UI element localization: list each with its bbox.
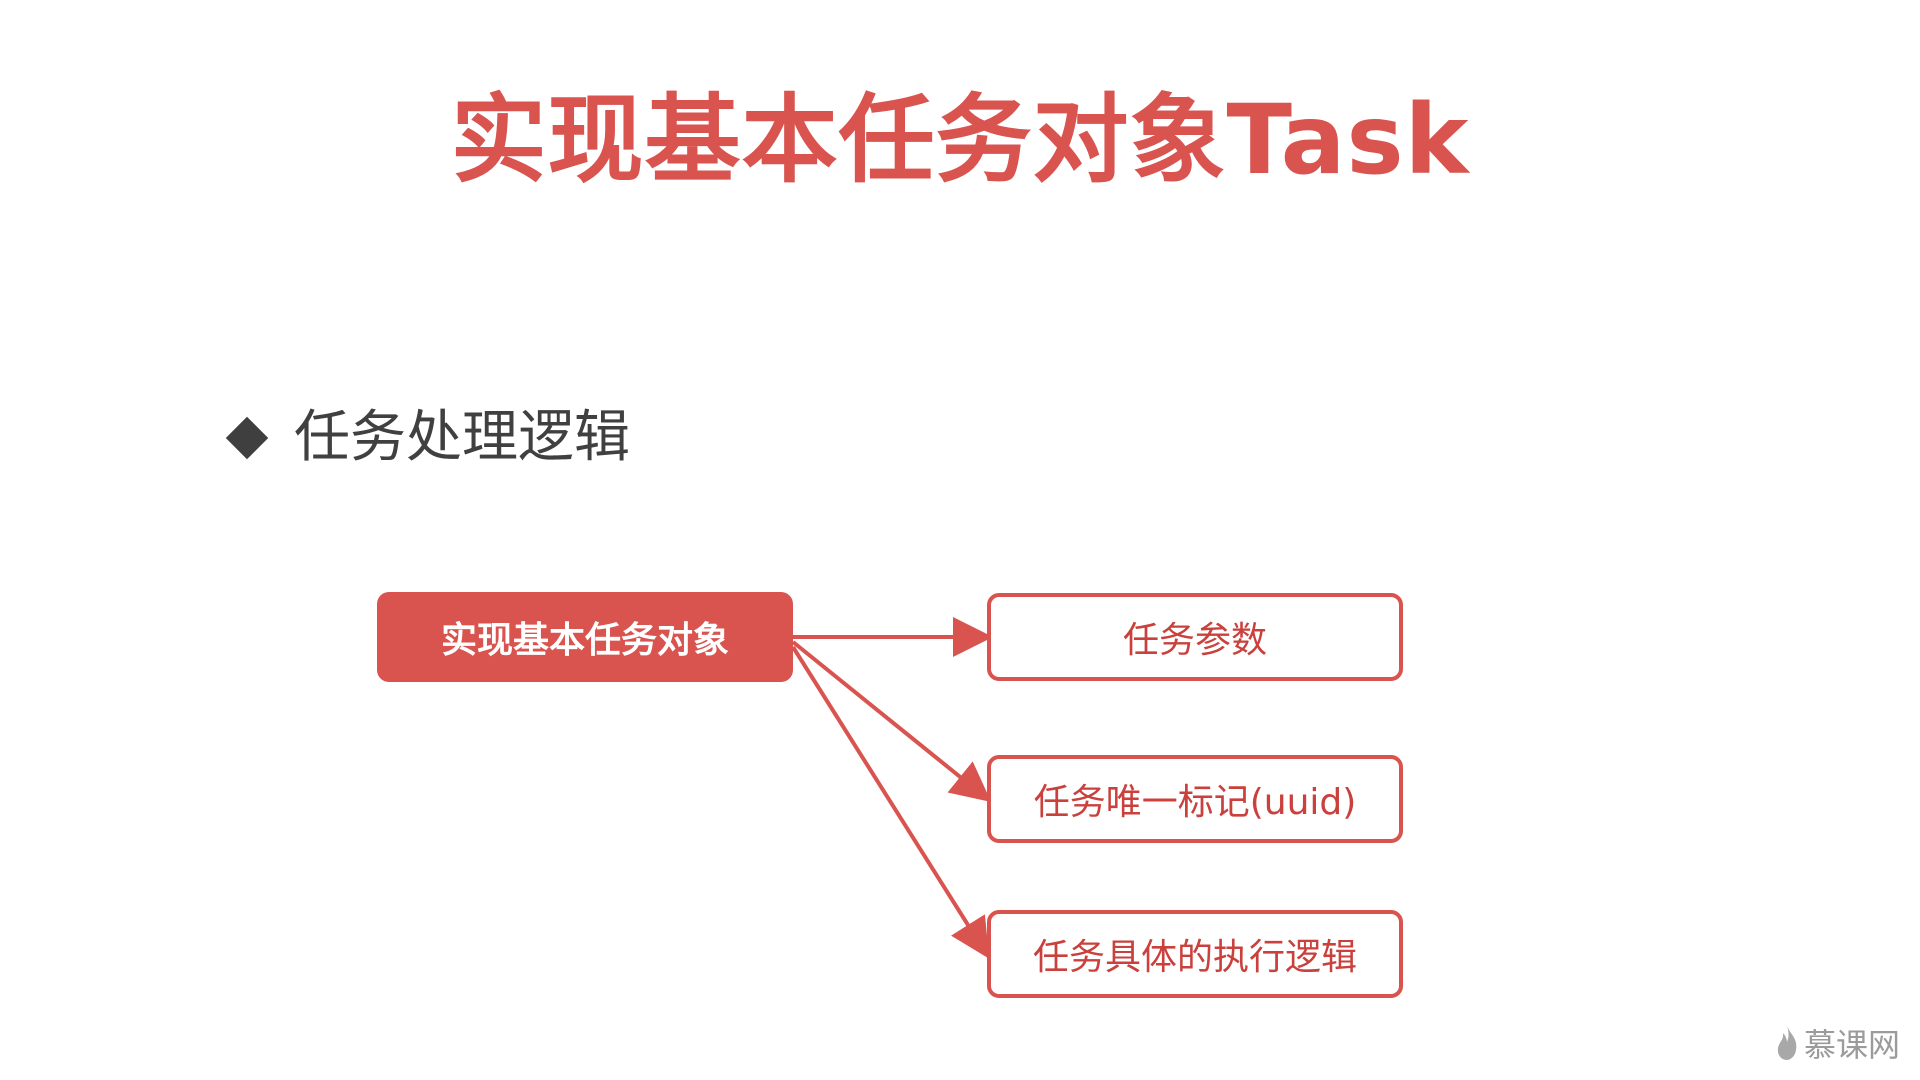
arrow-to-task-logic xyxy=(791,645,990,959)
node-task-uuid: 任务唯一标记(uuid) xyxy=(987,755,1403,843)
node-implement-task-object: 实现基本任务对象 xyxy=(377,592,793,682)
arrow-to-task-uuid xyxy=(791,640,992,803)
watermark-text: 慕课网 xyxy=(1803,1026,1900,1064)
node-task-execution-logic: 任务具体的执行逻辑 xyxy=(987,910,1403,998)
imooc-watermark: 慕课网 xyxy=(1774,1020,1900,1066)
node-task-params: 任务参数 xyxy=(987,593,1403,681)
flame-icon xyxy=(1777,1026,1797,1060)
diagram-connectors xyxy=(791,617,993,959)
